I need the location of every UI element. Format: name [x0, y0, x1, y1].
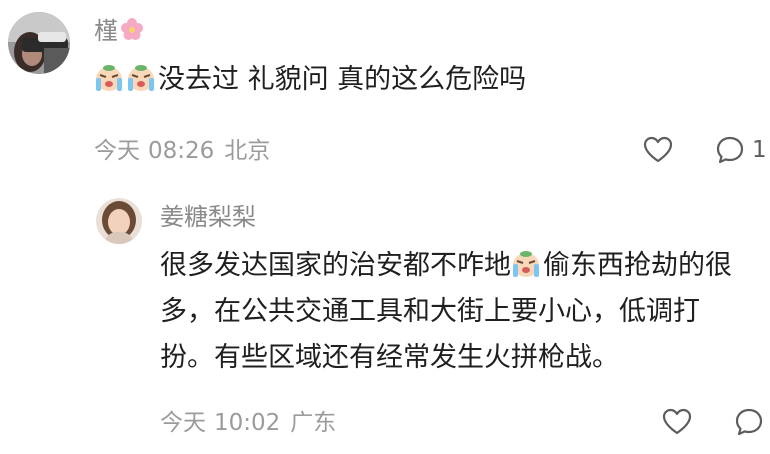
reply-like-button[interactable] [662, 408, 692, 436]
comment-like-button[interactable] [643, 136, 673, 164]
reply-line-1: 很多发达国家的治安都不咋地 偷东西抢劫的很 [160, 242, 732, 294]
crying-face-icon [94, 61, 124, 108]
commenter-avatar[interactable] [8, 12, 70, 74]
replier-avatar[interactable] [96, 198, 142, 244]
reply-comment-button[interactable] [734, 407, 764, 437]
reply-line-3: 扮。有些区域还有经常发生火拼枪战。 [160, 342, 619, 373]
comment-meta: 今天 08:26 北京 [94, 136, 270, 166]
reply-date: 今天 [160, 410, 206, 436]
reply-text-1b: 偷东西抢劫的很 [543, 250, 732, 281]
crying-face-icon [511, 247, 541, 294]
reply-text-1a: 很多发达国家的治安都不咋地 [160, 250, 511, 281]
commenter-avatar-image [8, 12, 70, 74]
speech-bubble-icon [716, 136, 744, 164]
comment-time: 08:26 [148, 138, 215, 164]
comment-location: 北京 [224, 138, 271, 164]
cherry-blossom-icon [120, 17, 144, 48]
comment-date: 今天 [94, 138, 140, 164]
reply-count: 1 [752, 137, 767, 163]
crying-face-icon [126, 61, 156, 108]
reply-location: 广东 [290, 410, 337, 436]
commenter-username: 槿 [94, 17, 118, 45]
replier-name[interactable]: 姜糖梨梨 [160, 202, 256, 232]
heart-icon [643, 136, 673, 163]
speech-bubble-icon [735, 408, 763, 436]
reply-time: 10:02 [214, 410, 281, 436]
comment-body: 没去过 礼貌问 真的这么危险吗 [94, 56, 526, 108]
comment-text: 没去过 礼貌问 真的这么危险吗 [158, 64, 527, 95]
heart-icon [662, 408, 692, 435]
reply-meta: 今天 10:02 广东 [160, 408, 336, 438]
reply-line-2: 多，在公共交通工具和大街上要小心，低调打 [160, 296, 700, 327]
commenter-name[interactable]: 槿 [94, 16, 144, 48]
comment-reply-button[interactable]: 1 [715, 135, 767, 165]
replier-avatar-image [96, 198, 142, 244]
